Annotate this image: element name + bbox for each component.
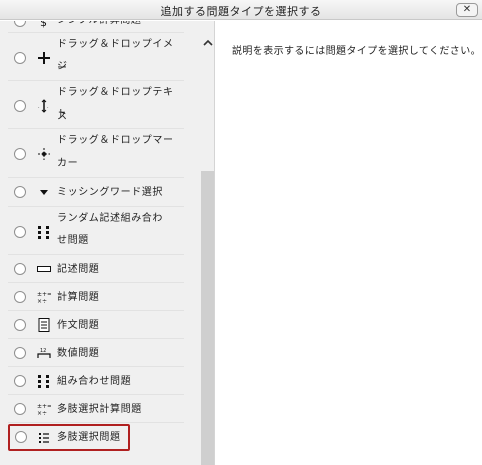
close-button[interactable]: ✕ <box>456 3 478 17</box>
scrollbar-thumb[interactable] <box>201 171 214 465</box>
drag-drop-text-icon: .. <box>37 99 51 113</box>
description-pane: 説明を表示するには問題タイプを選択してください。 <box>216 21 482 465</box>
svg-text:×÷: ×÷ <box>37 410 47 416</box>
list-item-label-line2: ジ <box>57 61 68 72</box>
list-item[interactable]: ミッシングワード選択 <box>8 178 184 207</box>
dialog-title: 追加する問題タイプを選択する <box>160 5 322 18</box>
list-item[interactable]: 12 数値問題 <box>8 339 184 367</box>
list-item-label: 計算問題 <box>57 292 100 303</box>
multichoice-icon <box>37 431 51 445</box>
svg-text:±+=: ±+= <box>37 403 51 410</box>
svg-text:±+=: ±+= <box>37 291 51 298</box>
question-type-list-pane: $ シンプル計算問題 ドラッグ＆ドロップイメー ジ .. ドラッグ＆ドロップテキ… <box>0 21 215 465</box>
radio-button[interactable] <box>14 52 26 64</box>
list-item[interactable]: 記述問題 <box>8 255 184 283</box>
list-item-label-line1: ランダム記述組み合わ <box>57 213 163 224</box>
description-text: 説明を表示するには問題タイプを選択してください。 <box>232 46 481 57</box>
dialog-titlebar: 追加する問題タイプを選択する ✕ <box>0 0 482 20</box>
list-item-label-line2: ト <box>57 109 68 120</box>
list-item[interactable]: 組み合わせ問題 <box>8 367 184 395</box>
svg-text:.: . <box>47 104 49 110</box>
radio-button[interactable] <box>14 21 26 27</box>
radio-button[interactable] <box>14 403 26 415</box>
calculated-simple-icon: $ <box>37 21 51 29</box>
short-answer-icon <box>37 262 51 276</box>
list-item[interactable]: ±+= ×÷ 計算問題 <box>8 283 184 311</box>
list-item[interactable]: $ シンプル計算問題 <box>8 21 184 33</box>
radio-button[interactable] <box>14 263 26 275</box>
list-item-label: 多肢選択計算問題 <box>57 404 142 415</box>
list-item-highlighted[interactable]: 多肢選択問題 <box>8 424 130 451</box>
chevron-up-icon[interactable] <box>200 37 214 51</box>
list-item[interactable]: .. ドラッグ＆ドロップテキス ト <box>8 81 184 129</box>
drag-drop-marker-icon <box>37 147 51 161</box>
svg-text:.: . <box>38 104 40 110</box>
list-item-label-line2: カー <box>57 158 79 169</box>
list-item-label: ミッシングワード選択 <box>57 187 163 198</box>
list-item-label-line1: ドラッグ＆ドロップマー <box>57 135 174 146</box>
list-item[interactable]: ±+= ×÷ 多肢選択計算問題 <box>8 395 184 423</box>
svg-text:$: $ <box>40 21 47 28</box>
svg-text:×÷: ×÷ <box>37 298 47 304</box>
radio-button[interactable] <box>14 319 26 331</box>
list-item-label: 記述問題 <box>57 264 100 275</box>
radio-button[interactable] <box>15 431 27 443</box>
list-item-label: 数値問題 <box>57 348 100 359</box>
matching-icon <box>37 374 51 388</box>
essay-icon <box>37 318 51 332</box>
random-matching-icon <box>37 225 51 239</box>
list-item-label: シンプル計算問題 <box>57 21 179 33</box>
list-item[interactable]: ドラッグ＆ドロップイメー ジ <box>8 33 184 81</box>
list-item-label: 多肢選択問題 <box>57 432 121 443</box>
radio-button[interactable] <box>14 347 26 359</box>
radio-button[interactable] <box>14 186 26 198</box>
list-item[interactable]: ランダム記述組み合わ せ問題 <box>8 207 184 255</box>
radio-button[interactable] <box>14 226 26 238</box>
svg-text:12: 12 <box>40 348 46 354</box>
calculated-multichoice-icon: ±+= ×÷ <box>37 402 51 416</box>
radio-button[interactable] <box>14 100 26 112</box>
radio-button[interactable] <box>14 148 26 160</box>
list-item-label: 作文問題 <box>57 320 100 331</box>
list-item[interactable]: 作文問題 <box>8 311 184 339</box>
missing-word-icon <box>37 185 51 199</box>
list-item-label-line2: せ問題 <box>57 235 89 246</box>
calculated-icon: ±+= ×÷ <box>37 290 51 304</box>
list-item[interactable]: ドラッグ＆ドロップマー カー <box>8 129 184 178</box>
list-item-label: 組み合わせ問題 <box>57 376 132 387</box>
drag-drop-image-icon <box>37 51 51 65</box>
radio-button[interactable] <box>14 375 26 387</box>
radio-button[interactable] <box>14 291 26 303</box>
list-scrollbar[interactable] <box>200 21 214 465</box>
numerical-icon: 12 <box>37 346 51 360</box>
